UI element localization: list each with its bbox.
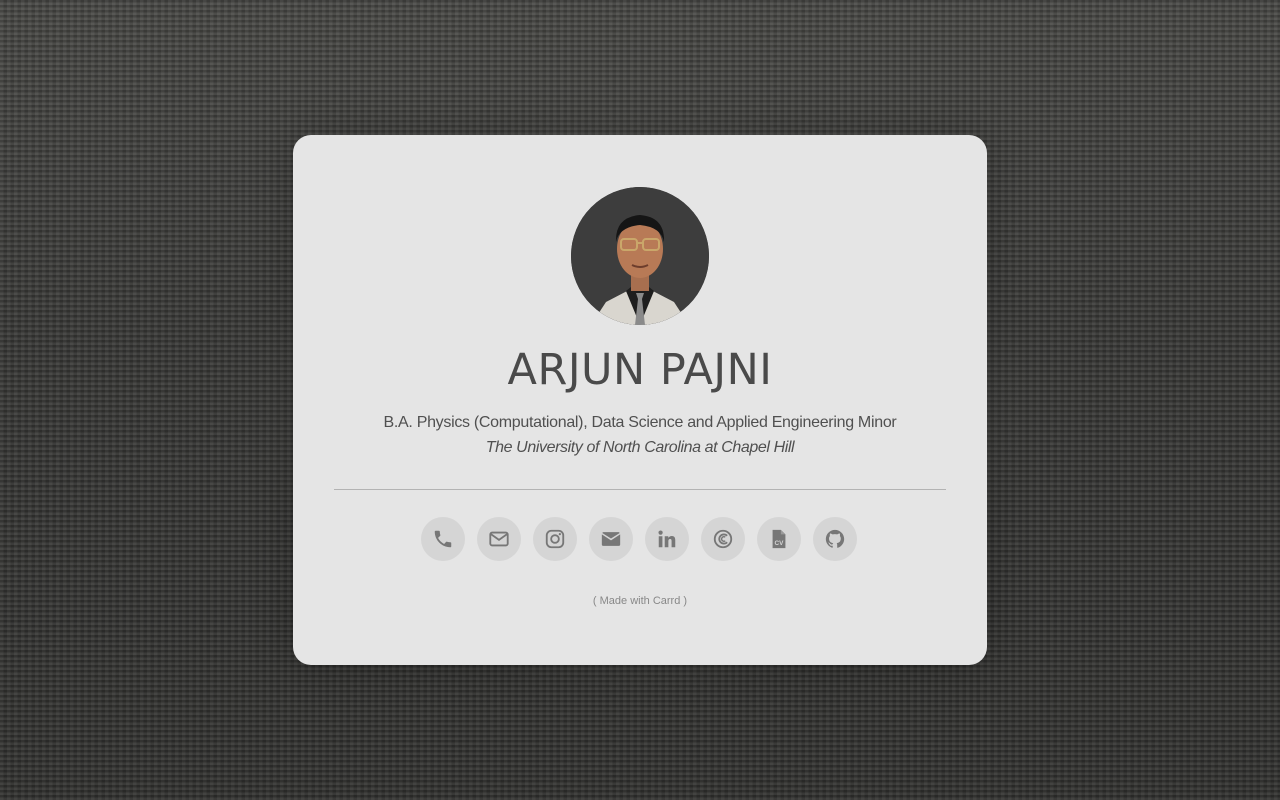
cv-link[interactable]: CV (757, 517, 801, 561)
profile-photo (571, 187, 709, 325)
envelope-outline-icon (489, 531, 509, 547)
github-icon (825, 529, 845, 548)
profile-card: ARJUN PAJNI B.A. Physics (Computational)… (293, 135, 987, 665)
svg-text:CV: CV (775, 540, 785, 547)
avatar (571, 187, 709, 325)
github-link[interactable] (813, 517, 857, 561)
profile-name: ARJUN PAJNI (507, 345, 773, 395)
linkedin-link[interactable] (645, 517, 689, 561)
school-text: The University of North Carolina at Chap… (485, 439, 795, 456)
social-links: CV (421, 517, 857, 561)
email-link[interactable] (477, 517, 521, 561)
email-alt-link[interactable] (589, 517, 633, 561)
carrd-link[interactable] (701, 517, 745, 561)
divider (334, 489, 946, 490)
instagram-link[interactable] (533, 517, 577, 561)
envelope-solid-icon (601, 532, 621, 546)
carrd-icon (713, 529, 733, 549)
carrd-credit-link[interactable]: ( Made with Carrd ) (593, 595, 687, 607)
instagram-icon (545, 529, 565, 549)
phone-icon (434, 530, 452, 548)
linkedin-icon (658, 530, 676, 548)
phone-link[interactable] (421, 517, 465, 561)
degree-text: B.A. Physics (Computational), Data Scien… (383, 414, 897, 431)
cv-file-icon: CV (772, 529, 786, 549)
made-with-carrd-credit: ( Made with Carrd ) (293, 594, 987, 608)
